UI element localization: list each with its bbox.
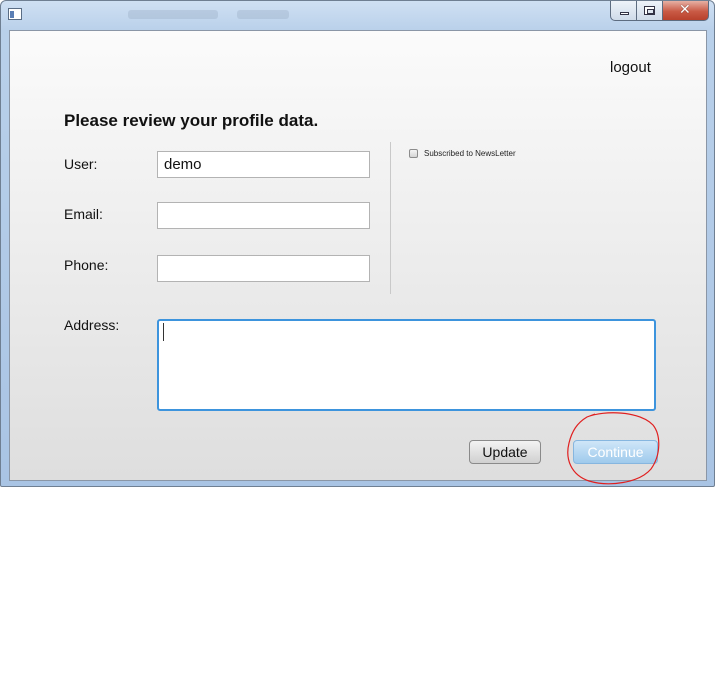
minimize-button[interactable]	[610, 1, 637, 21]
vertical-separator	[390, 142, 391, 294]
window-controls: ✕	[610, 1, 709, 22]
page-title: Please review your profile data.	[64, 111, 319, 130]
logout-link[interactable]: logout	[610, 59, 651, 76]
email-label: Email:	[64, 206, 103, 222]
title-text-blur	[128, 10, 218, 19]
minimize-icon	[620, 12, 629, 15]
update-button[interactable]: Update	[469, 440, 541, 464]
address-label: Address:	[64, 317, 120, 333]
email-field[interactable]	[157, 202, 370, 229]
phone-label: Phone:	[64, 257, 109, 273]
user-label: User:	[64, 156, 98, 172]
checkbox-icon[interactable]	[409, 149, 418, 158]
close-button[interactable]: ✕	[663, 1, 709, 21]
maximize-icon	[644, 6, 655, 15]
title-text-blur	[237, 10, 289, 19]
newsletter-label: Subscribed to NewsLetter	[424, 149, 516, 158]
app-icon[interactable]	[8, 8, 22, 20]
newsletter-checkbox[interactable]: Subscribed to NewsLetter	[409, 149, 516, 158]
close-icon: ✕	[679, 2, 691, 18]
user-field[interactable]	[157, 151, 370, 178]
address-textarea[interactable]	[157, 319, 656, 411]
maximize-button[interactable]	[637, 1, 663, 21]
title-bar[interactable]: ✕	[1, 1, 714, 30]
continue-button[interactable]: Continue	[573, 440, 658, 464]
app-window: ✕	[0, 0, 715, 487]
text-caret	[163, 323, 164, 341]
phone-field[interactable]	[157, 255, 370, 282]
